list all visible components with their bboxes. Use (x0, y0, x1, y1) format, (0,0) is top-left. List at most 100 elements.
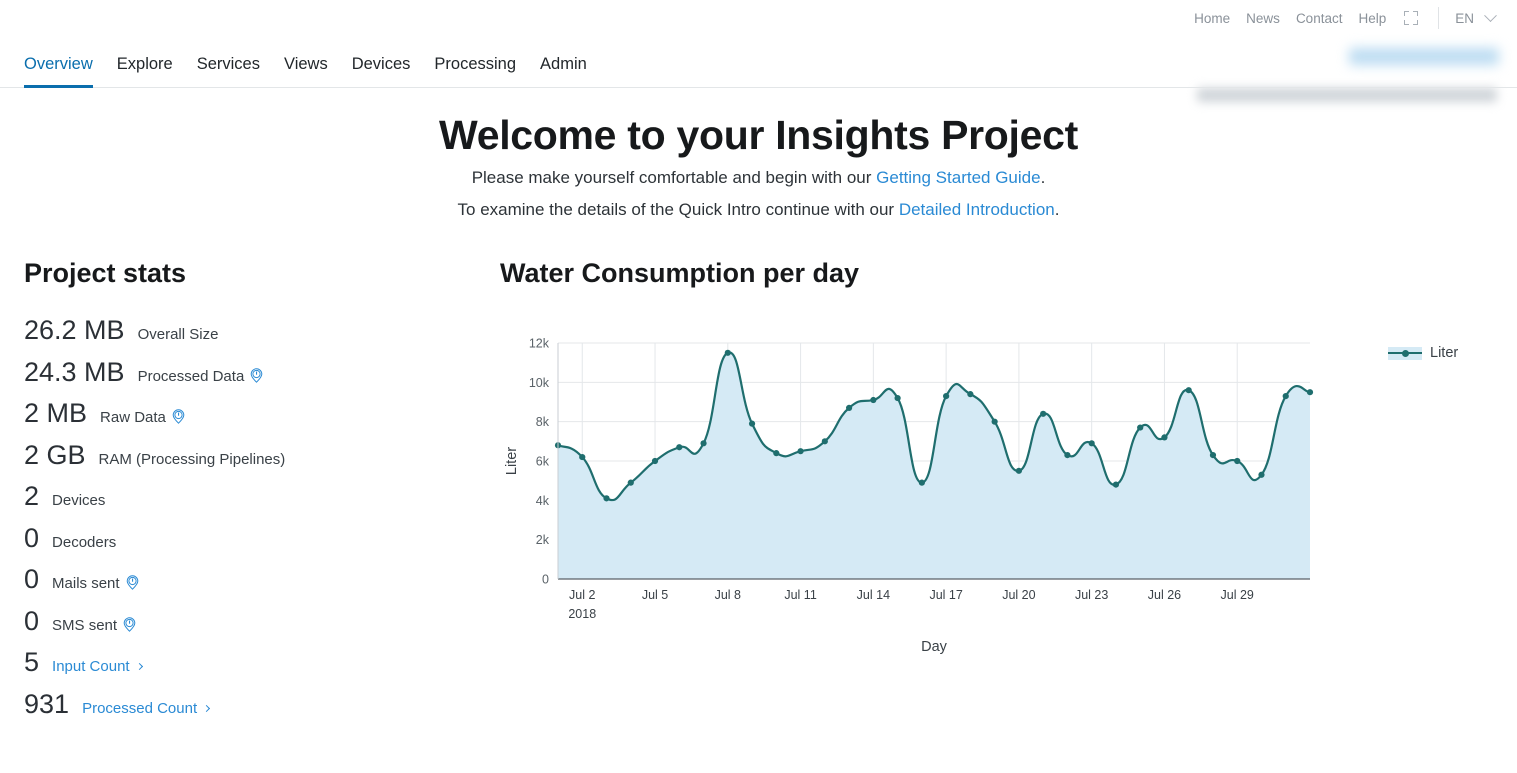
svg-text:Day: Day (921, 639, 948, 655)
stat-value: 5 (24, 647, 40, 678)
stat-value: 0 (24, 605, 40, 636)
stat-value: 931 (24, 688, 70, 719)
svg-text:Jul 14: Jul 14 (857, 588, 890, 602)
stat-label: RAM (Processing Pipelines) (99, 451, 286, 468)
content-area: Project stats 26.2 MB Overall Size 24.3 MB… (0, 222, 1517, 730)
tab-services[interactable]: Services (197, 55, 260, 87)
water-consumption-panel: Water Consumption per day 0 2k 4k 6k 8k 10k 12… (500, 258, 1517, 730)
svg-text:Jul 8: Jul 8 (715, 588, 741, 602)
tab-processing[interactable]: Processing (434, 55, 516, 87)
stat-label-text: Processed Count (82, 699, 198, 717)
svg-text:2018: 2018 (568, 607, 596, 621)
project-stats-panel: Project stats 26.2 MB Overall Size 24.3 MB… (24, 258, 500, 730)
hero-line-2: To examine the details of the Quick Intr… (0, 198, 1517, 223)
stat-label: Processed Data (138, 368, 264, 385)
stat-row: 0 Mails sent (24, 564, 500, 595)
svg-text:Liter: Liter (504, 447, 520, 475)
stat-value: 0 (24, 522, 40, 553)
info-icon[interactable] (250, 368, 263, 383)
hero-line-1-prefix: Please make yourself comfortable and beg… (471, 168, 877, 187)
legend-label-liter: Liter (1430, 345, 1459, 362)
stat-label-text: Overall Size (137, 326, 219, 344)
hero-line-2-suffix: . (1054, 199, 1060, 219)
svg-text:8k: 8k (536, 415, 550, 429)
info-icon[interactable] (126, 575, 139, 591)
svg-text:10k: 10k (529, 376, 550, 390)
chevron-down-icon[interactable] (1484, 8, 1497, 22)
stat-label-text: Devices (52, 492, 106, 510)
svg-text:0: 0 (542, 573, 549, 587)
stat-label-text: RAM (Processing Pipelines) (98, 450, 286, 468)
chevron-right-icon[interactable] (203, 704, 211, 712)
info-icon[interactable] (123, 617, 136, 632)
svg-text:Jul 29: Jul 29 (1221, 588, 1254, 602)
top-utility-bar: Home News Contact Help EN (0, 0, 1517, 36)
stat-row: 24.3 MB Processed Data (24, 356, 500, 387)
svg-text:12k: 12k (529, 337, 550, 351)
chart-legend[interactable]: Liter (1388, 345, 1458, 361)
stat-label: SMS sent (52, 617, 136, 634)
detailed-introduction-link[interactable]: Detailed Introduction (899, 200, 1055, 219)
topbar-link-home[interactable]: Home (1194, 11, 1230, 26)
stat-label: Overall Size (138, 326, 219, 343)
svg-text:Jul 17: Jul 17 (929, 588, 962, 602)
legend-swatch-liter (1388, 346, 1422, 360)
stat-label[interactable]: Processed Count (82, 699, 211, 717)
stat-value: 2 (24, 481, 40, 512)
stat-label-text: Raw Data (100, 409, 166, 427)
project-stats-heading: Project stats (24, 258, 187, 289)
hero-line-1-suffix: . (1040, 168, 1046, 187)
stat-value: 0 (24, 564, 40, 595)
stat-row[interactable]: 931 Processed Count (24, 688, 500, 719)
tab-explore[interactable]: Explore (117, 55, 173, 87)
stat-label-text: SMS sent (52, 616, 118, 634)
topbar-divider (1438, 7, 1440, 29)
getting-started-guide-link[interactable]: Getting Started Guide (876, 168, 1040, 187)
chart-container: 0 2k 4k 6k 8k 10k 12k Jul 2 Jul 5 Jul 8 Jul 11 Jul … (500, 331, 1480, 661)
svg-text:Jul 26: Jul 26 (1148, 588, 1181, 602)
stat-value: 2 GB (24, 439, 86, 470)
stat-label: Raw Data (100, 409, 185, 426)
hero-line-2-prefix: To examine the details of the Quick Intr… (457, 199, 899, 219)
topbar-link-help[interactable]: Help (1358, 11, 1386, 26)
stat-row: 0 SMS sent (24, 605, 500, 636)
hero-line-1: Please make yourself comfortable and beg… (0, 166, 1517, 191)
stat-label-text: Processed Data (137, 367, 245, 385)
stat-row: 2 Devices (24, 481, 500, 512)
topbar-link-contact[interactable]: Contact (1296, 11, 1343, 26)
stat-row[interactable]: 5 Input Count (24, 647, 500, 678)
svg-text:Jul 11: Jul 11 (784, 588, 816, 602)
stat-label: Mails sent (52, 575, 139, 592)
svg-text:Jul 5: Jul 5 (642, 588, 668, 602)
stat-label: Decoders (52, 534, 116, 551)
stat-value: 26.2 MB (24, 315, 125, 346)
language-selector-label[interactable]: EN (1455, 11, 1474, 26)
tab-devices[interactable]: Devices (352, 55, 411, 87)
chart-title: Water Consumption per day (500, 258, 860, 289)
stat-label-text: Input Count (52, 658, 130, 676)
svg-text:Jul 23: Jul 23 (1075, 588, 1108, 602)
stat-label-text: Decoders (52, 533, 117, 551)
tab-admin[interactable]: Admin (540, 55, 587, 87)
stat-value: 24.3 MB (24, 356, 125, 387)
fullscreen-icon[interactable] (1404, 11, 1419, 25)
water-consumption-chart[interactable]: 0 2k 4k 6k 8k 10k 12k Jul 2 Jul 5 Jul 8 Jul 11 Jul … (500, 331, 1480, 661)
stat-value: 2 MB (24, 398, 88, 429)
info-icon[interactable] (172, 409, 185, 425)
page-title: Welcome to your Insights Project (439, 112, 1078, 158)
tab-views[interactable]: Views (284, 55, 328, 87)
svg-text:6k: 6k (536, 455, 550, 469)
stat-label[interactable]: Input Count (52, 658, 143, 676)
stat-row: 0 Decoders (24, 522, 500, 553)
chevron-right-icon[interactable] (135, 663, 143, 671)
svg-text:2k: 2k (536, 533, 550, 547)
stat-row: 2 GB RAM (Processing Pipelines) (24, 439, 500, 470)
svg-text:Jul 2: Jul 2 (569, 588, 595, 602)
stat-row: 26.2 MB Overall Size (24, 315, 500, 346)
tab-overview[interactable]: Overview (24, 55, 93, 88)
stat-label: Devices (52, 492, 105, 509)
topbar-link-news[interactable]: News (1246, 11, 1280, 26)
hero-section: Welcome to your Insights Project Please … (0, 88, 1517, 222)
stat-label-text: Mails sent (52, 575, 120, 593)
svg-text:4k: 4k (536, 494, 550, 508)
